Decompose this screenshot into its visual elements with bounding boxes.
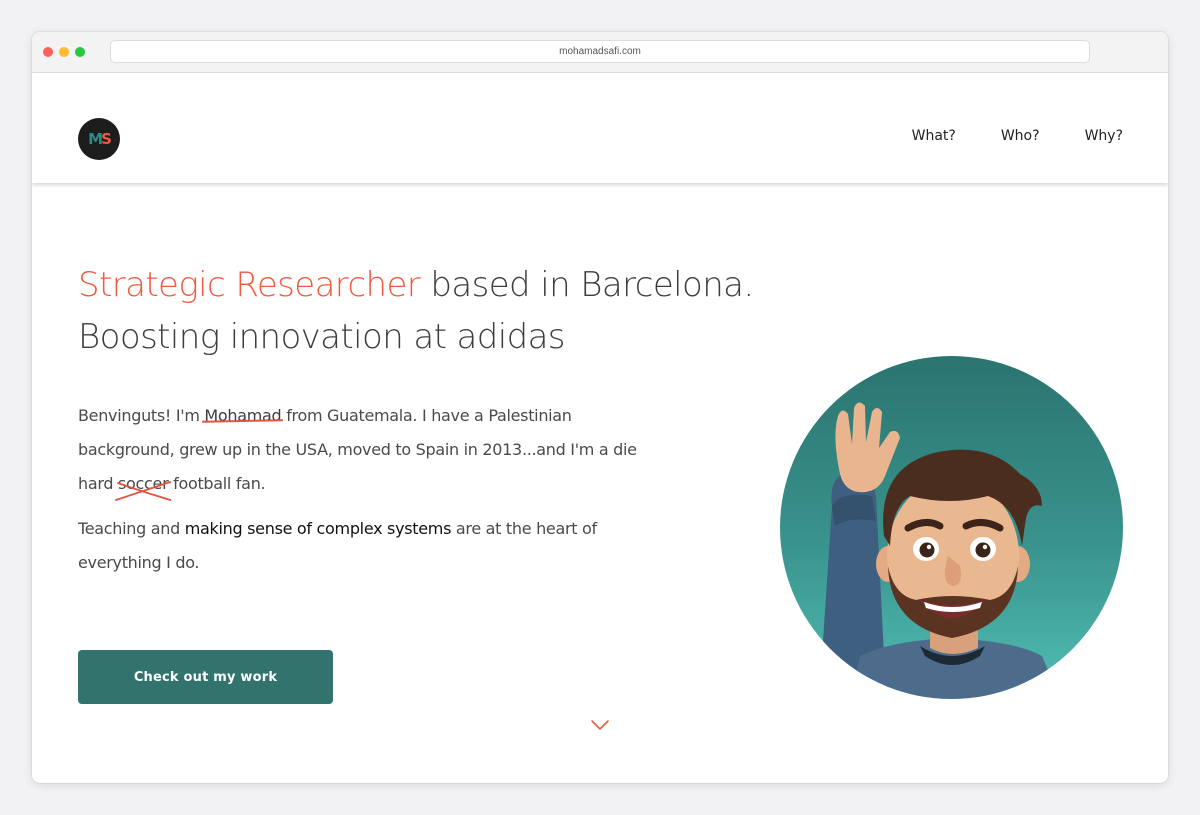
nav-link-what[interactable]: What? bbox=[912, 128, 956, 144]
browser-titlebar: mohamadsafi.com bbox=[32, 32, 1168, 73]
intro-text-segment: Teaching and bbox=[78, 519, 185, 538]
intro-text-segment: football fan. bbox=[168, 474, 266, 493]
hero-title: Strategic Researcher based in Barcelona.… bbox=[78, 259, 798, 363]
intro-paragraph-1: Benvinguts! I'm Mohamad from Guatemala. … bbox=[78, 399, 638, 501]
strike-scribble bbox=[115, 481, 172, 501]
minimize-window-button[interactable] bbox=[59, 47, 69, 57]
maximize-window-button[interactable] bbox=[75, 47, 85, 57]
site-logo[interactable]: MS bbox=[78, 118, 120, 160]
memoji-avatar bbox=[780, 356, 1123, 699]
nav-link-who[interactable]: Who? bbox=[1001, 128, 1040, 144]
nav-link-why[interactable]: Why? bbox=[1085, 128, 1123, 144]
address-bar[interactable]: mohamadsafi.com bbox=[110, 40, 1090, 63]
intro-text: Benvinguts! I'm Mohamad from Guatemala. … bbox=[78, 399, 638, 591]
hero-title-accent: Strategic Researcher bbox=[78, 265, 421, 305]
hero-title-line2: Boosting innovation at adidas bbox=[78, 317, 566, 357]
close-window-button[interactable] bbox=[43, 47, 53, 57]
chevron-down-icon[interactable] bbox=[590, 718, 610, 732]
site-header: MS What? Who? Why? bbox=[32, 73, 1168, 183]
intro-paragraph-2: Teaching and making sense of complex sys… bbox=[78, 512, 638, 580]
logo-letter-m: M bbox=[88, 130, 103, 148]
intro-text-segment: Benvinguts! I'm bbox=[78, 406, 205, 425]
avatar-illustration bbox=[820, 402, 1060, 699]
main-nav: What? Who? Why? bbox=[867, 128, 1123, 144]
emphasis-text: making sense of complex systems bbox=[184, 519, 452, 538]
hero-title-rest: based in Barcelona. bbox=[420, 265, 754, 305]
logo-letter-s: S bbox=[101, 130, 112, 148]
struck-word: soccer bbox=[115, 474, 172, 501]
name-highlight: Mohamad bbox=[204, 406, 282, 425]
browser-window: mohamadsafi.com MS What? Who? Why? Strat… bbox=[32, 32, 1168, 783]
check-out-work-button[interactable]: Check out my work bbox=[78, 650, 333, 704]
